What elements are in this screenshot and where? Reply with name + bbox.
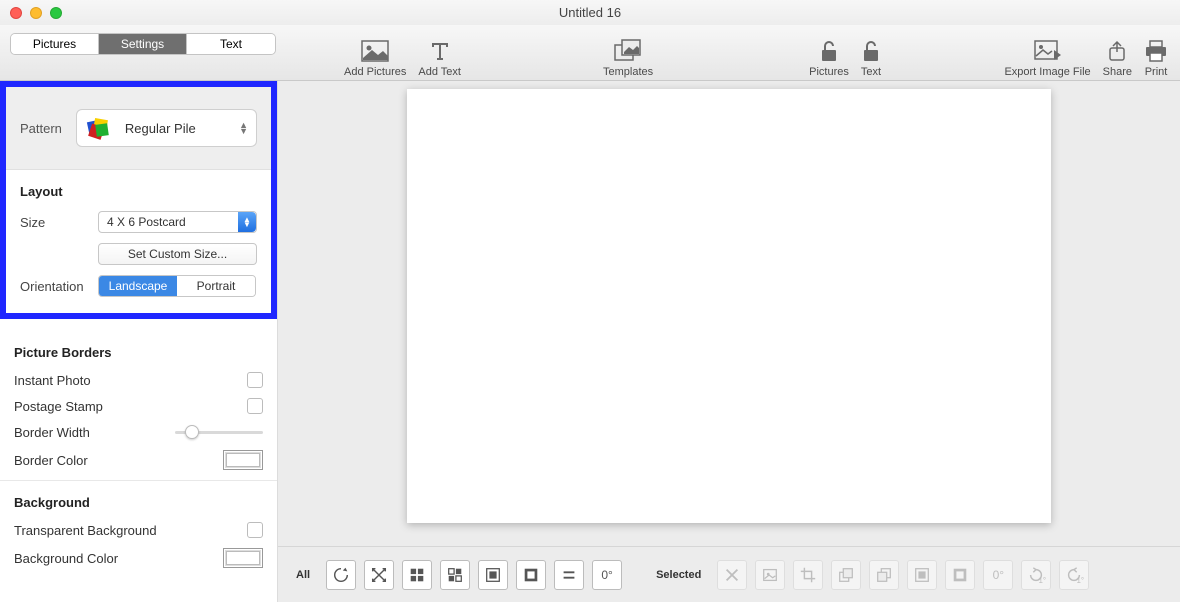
instant-photo-label: Instant Photo xyxy=(14,373,91,388)
orientation-portrait[interactable]: Portrait xyxy=(177,276,255,296)
lock-text-button[interactable]: Text xyxy=(855,25,887,81)
tab-pictures[interactable]: Pictures xyxy=(11,34,99,54)
pattern-value: Regular Pile xyxy=(125,121,196,136)
set-custom-size-button[interactable]: Set Custom Size... xyxy=(98,243,257,265)
equal-size-button[interactable] xyxy=(554,560,584,590)
canvas[interactable] xyxy=(407,89,1051,523)
pattern-select[interactable]: Regular Pile ▲▼ xyxy=(76,109,257,147)
lock-pictures-button[interactable]: Pictures xyxy=(803,25,855,81)
highlighted-region: Pattern Regular Pile ▲▼ Layout Size 4 X … xyxy=(0,81,277,319)
picture-icon xyxy=(361,36,389,66)
templates-button[interactable]: Templates xyxy=(597,25,659,81)
grid-4-button[interactable] xyxy=(402,560,432,590)
add-text-button[interactable]: Add Text xyxy=(412,25,467,81)
crop-button[interactable] xyxy=(793,560,823,590)
picture-borders-section: Picture Borders Instant Photo Postage St… xyxy=(0,319,277,481)
chevron-updown-icon: ▲▼ xyxy=(239,122,248,134)
print-icon xyxy=(1144,36,1168,66)
reload-button[interactable] xyxy=(326,560,356,590)
sidebar-tabs: Pictures Settings Text xyxy=(10,33,276,55)
reset-rotation-selected-button[interactable]: 0° xyxy=(983,560,1013,590)
background-section: Background Transparent Background Backgr… xyxy=(0,481,277,588)
selected-label: Selected xyxy=(656,569,701,581)
unlock-icon xyxy=(861,36,881,66)
postage-stamp-label: Postage Stamp xyxy=(14,399,103,414)
share-icon xyxy=(1107,36,1127,66)
border-color-swatch[interactable] xyxy=(223,450,263,470)
replace-image-button[interactable] xyxy=(755,560,785,590)
size-label: Size xyxy=(20,215,98,230)
delete-button[interactable] xyxy=(717,560,747,590)
add-pictures-button[interactable]: Add Pictures xyxy=(338,25,412,81)
layout-heading: Layout xyxy=(20,184,257,199)
border-color-label: Border Color xyxy=(14,453,88,468)
bring-forward-button[interactable] xyxy=(831,560,861,590)
pattern-row: Pattern Regular Pile ▲▼ xyxy=(6,87,271,170)
orientation-landscape[interactable]: Landscape xyxy=(99,276,177,296)
postage-stamp-checkbox[interactable] xyxy=(247,398,263,414)
print-button[interactable]: Print xyxy=(1138,25,1174,81)
fill-selected-button[interactable] xyxy=(945,560,975,590)
toolbar: Pictures Settings Text Add Pictures Add … xyxy=(0,25,1180,81)
chevron-updown-icon: ▲▼ xyxy=(238,212,256,232)
transparent-bg-checkbox[interactable] xyxy=(247,522,263,538)
size-select[interactable]: 4 X 6 Postcard ▲▼ xyxy=(98,211,257,233)
background-heading: Background xyxy=(14,495,263,510)
send-backward-button[interactable] xyxy=(869,560,899,590)
settings-sidebar: Pattern Regular Pile ▲▼ Layout Size 4 X … xyxy=(0,81,278,602)
background-color-swatch[interactable] xyxy=(223,548,263,568)
pattern-pile-icon xyxy=(85,115,111,141)
tab-settings[interactable]: Settings xyxy=(99,34,187,54)
tab-text[interactable]: Text xyxy=(187,34,275,54)
background-color-label: Background Color xyxy=(14,551,118,566)
picture-borders-heading: Picture Borders xyxy=(14,345,263,360)
share-button[interactable]: Share xyxy=(1097,25,1138,81)
titlebar: Untitled 16 xyxy=(0,0,1180,25)
shuffle-button[interactable] xyxy=(364,560,394,590)
pattern-label: Pattern xyxy=(20,121,62,136)
rotate-cw-button[interactable]: 1° xyxy=(1059,560,1089,590)
layout-section: Layout Size 4 X 6 Postcard ▲▼ Set Custom… xyxy=(6,170,271,313)
canvas-area xyxy=(278,81,1180,546)
window-title: Untitled 16 xyxy=(0,5,1180,20)
grid-alt-button[interactable] xyxy=(440,560,470,590)
bottom-toolbar: All 0° Selected 0° 1° 1° xyxy=(278,546,1180,602)
border-width-slider[interactable] xyxy=(175,424,263,440)
fit-selected-button[interactable] xyxy=(907,560,937,590)
transparent-bg-label: Transparent Background xyxy=(14,523,157,538)
fit-button[interactable] xyxy=(478,560,508,590)
text-icon xyxy=(429,36,451,66)
fill-button[interactable] xyxy=(516,560,546,590)
export-icon xyxy=(1034,36,1062,66)
all-label: All xyxy=(296,569,310,581)
templates-icon xyxy=(613,36,643,66)
rotate-ccw-button[interactable]: 1° xyxy=(1021,560,1051,590)
orientation-label: Orientation xyxy=(20,279,98,294)
reset-rotation-button[interactable]: 0° xyxy=(592,560,622,590)
border-width-label: Border Width xyxy=(14,425,90,440)
orientation-segment: Landscape Portrait xyxy=(98,275,256,297)
instant-photo-checkbox[interactable] xyxy=(247,372,263,388)
unlock-icon xyxy=(819,36,839,66)
export-button[interactable]: Export Image File xyxy=(998,25,1096,81)
